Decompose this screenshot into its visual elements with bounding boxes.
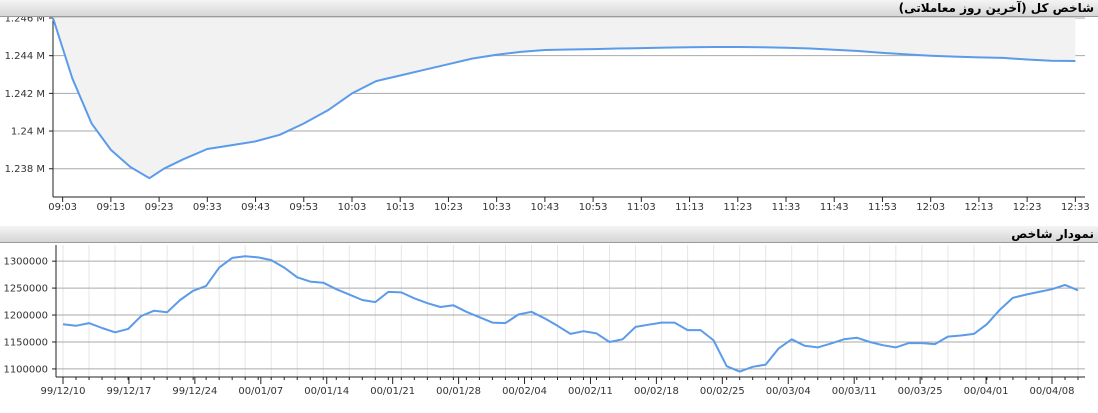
- x-tick-label: 00/03/11: [832, 386, 877, 397]
- x-tick-label: 11:03: [627, 202, 656, 213]
- intraday-index-chart: 1.238 M 1.24 M 1.242 M 1.244 M 1.246 M 09:03 0…: [5, 17, 1090, 213]
- x-tick-label: 09:43: [241, 202, 270, 213]
- index-history-line: [62, 255, 1079, 373]
- x-tick-label: 11:53: [868, 202, 897, 213]
- x-tick-label: 12:13: [964, 202, 993, 213]
- x-tick-label: 09:33: [193, 202, 222, 213]
- x-tick-label: 00/02/11: [568, 386, 613, 397]
- x-tick-label: 09:53: [289, 202, 318, 213]
- intraday-panel-header: شاخص کل (آخرین روز معاملاتی): [0, 0, 1098, 17]
- x-tick-label: 99/12/10: [41, 386, 86, 397]
- index-history-chart: 1100000 1150000 1200000 1250000 1300000 99/12…: [3, 245, 1085, 397]
- x-tick-label: 00/03/04: [766, 386, 811, 397]
- y-tick-label: 1.244 M: [5, 51, 45, 62]
- history-panel-title: نمودار شاخص: [1011, 227, 1094, 241]
- x-tick-label: 09:03: [48, 202, 77, 213]
- x-tick-label: 00/03/25: [898, 386, 943, 397]
- index-history-panel: نمودار شاخص 1100000 1150000 1200000 1250000…: [0, 226, 1098, 413]
- x-tick-label: 11:33: [772, 202, 801, 213]
- x-tick-label: 11:13: [675, 202, 704, 213]
- x-tick-label: 00/01/07: [238, 386, 283, 397]
- x-tick-label: 12:33: [1061, 202, 1090, 213]
- x-tick-label: 12:23: [1013, 202, 1042, 213]
- x-tick-label: 00/04/01: [964, 386, 1009, 397]
- intraday-index-panel: شاخص کل (آخرین روز معاملاتی) 1.238 M 1.24…: [0, 0, 1098, 224]
- x-tick-label: 11:23: [723, 202, 752, 213]
- y-tick-label: 1.242 M: [5, 89, 45, 100]
- y-tick-label: 1100000: [3, 364, 48, 375]
- x-tick-label: 10:03: [338, 202, 367, 213]
- x-tick-label: 00/01/28: [436, 386, 481, 397]
- history-panel-header: نمودار شاخص: [0, 226, 1098, 243]
- x-tick-label: 09:23: [145, 202, 174, 213]
- y-tick-label: 1300000: [3, 257, 48, 268]
- intraday-panel-title: شاخص کل (آخرین روز معاملاتی): [898, 1, 1094, 15]
- y-tick-label: 1200000: [3, 311, 48, 322]
- x-tick-label: 00/01/14: [304, 386, 349, 397]
- x-tick-label: 10:23: [434, 202, 463, 213]
- x-tick-label: 00/04/08: [1030, 386, 1075, 397]
- x-tick-label: 00/02/04: [502, 386, 547, 397]
- x-tick-label: 10:33: [482, 202, 511, 213]
- x-tick-label: 99/12/17: [106, 386, 151, 397]
- x-tick-label: 99/12/24: [172, 386, 217, 397]
- y-tick-label: 1250000: [3, 284, 48, 295]
- x-tick-label: 00/02/18: [634, 386, 679, 397]
- x-tick-label: 00/01/21: [370, 386, 415, 397]
- x-tick-label: 00/02/25: [700, 386, 745, 397]
- x-tick-label: 10:43: [530, 202, 559, 213]
- x-tick-label: 10:13: [386, 202, 415, 213]
- y-tick-label: 1.246 M: [5, 17, 45, 25]
- y-tick-label: 1.24 M: [11, 127, 45, 138]
- x-tick-label: 12:03: [916, 202, 945, 213]
- x-tick-label: 10:53: [579, 202, 608, 213]
- x-tick-label: 09:13: [96, 202, 125, 213]
- y-tick-label: 1150000: [3, 337, 48, 348]
- x-tick-label: 11:43: [820, 202, 849, 213]
- area-fill: [53, 18, 1076, 179]
- y-tick-label: 1.238 M: [5, 164, 45, 175]
